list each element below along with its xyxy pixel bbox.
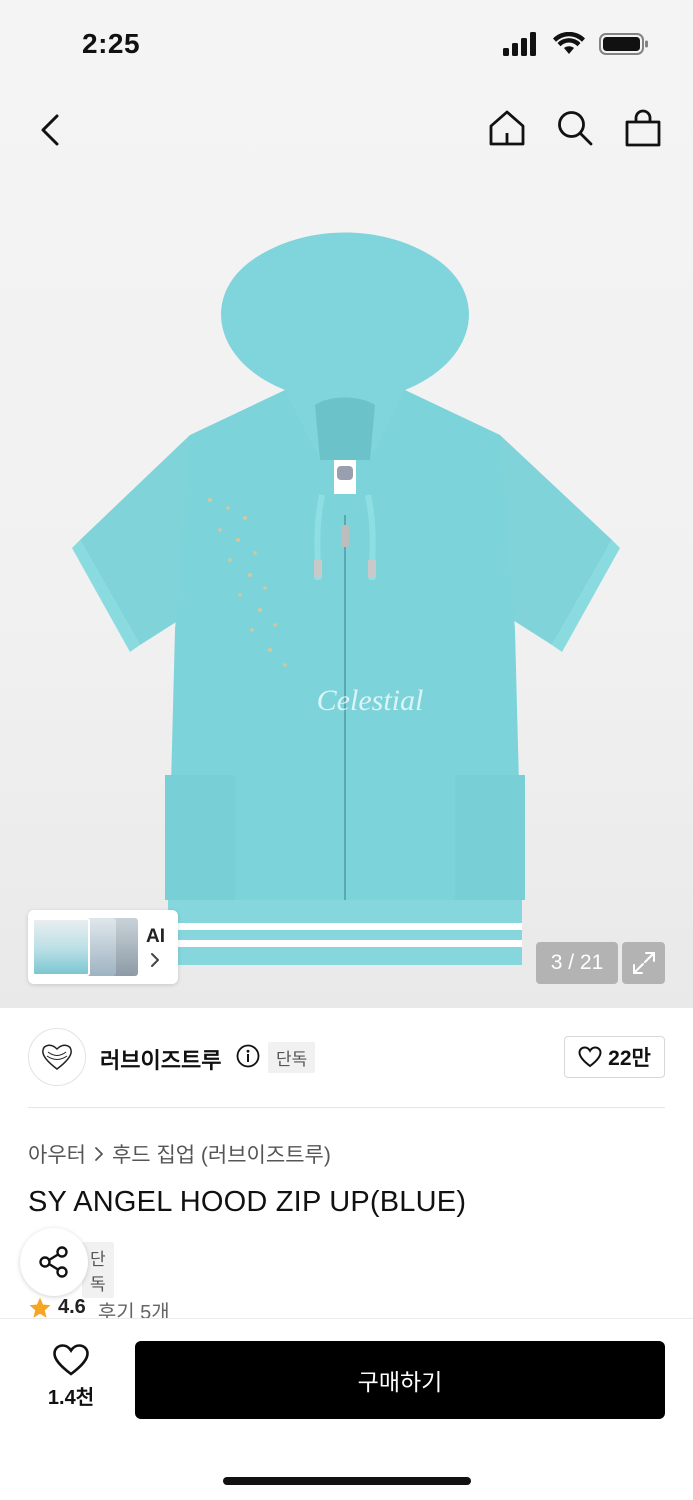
chevron-left-icon — [41, 114, 59, 146]
status-bar: 2:25 — [0, 0, 693, 90]
info-icon — [236, 1044, 260, 1068]
brand-logo[interactable] — [28, 1028, 86, 1086]
wifi-icon — [553, 32, 585, 54]
rating-value: 4.6 — [58, 1296, 86, 1318]
share-icon — [39, 1246, 68, 1278]
wishlist-count: 1.4천 — [47, 1387, 95, 1409]
brand-exclusive-tag: 단독 — [268, 1042, 316, 1073]
rating-row: 4.6 후기 5개 — [28, 1296, 170, 1320]
top-nav — [0, 100, 693, 160]
heart-icon — [53, 1344, 89, 1376]
brand-heart-logo — [42, 1044, 72, 1070]
shopping-bag-icon — [625, 109, 661, 147]
share-button[interactable] — [20, 1228, 88, 1296]
home-button[interactable] — [487, 106, 527, 150]
back-button[interactable] — [30, 108, 70, 152]
hoodie-graphic — [72, 232, 620, 965]
home-indicator — [223, 1477, 471, 1485]
battery-icon — [599, 33, 648, 55]
status-time: 2:25 — [82, 28, 141, 59]
chevron-right-icon — [95, 1147, 103, 1161]
divider — [28, 1107, 665, 1108]
product-title: SY ANGEL HOOD ZIP UP(BLUE) — [28, 1186, 467, 1218]
ai-thumb-front — [32, 918, 90, 976]
star-icon — [29, 1297, 51, 1318]
ai-thumbnails — [32, 914, 138, 980]
breadcrumb-category[interactable]: 아우터 — [28, 1139, 86, 1169]
review-count-link[interactable]: 후기 5개 — [98, 1296, 170, 1320]
brand-like-count: 22만 — [608, 1047, 651, 1070]
ai-label: AI — [146, 926, 165, 947]
brand-name[interactable]: 러브이즈트루 — [100, 1043, 221, 1075]
search-icon — [558, 111, 593, 146]
gallery-counter: 3 / 21 — [536, 942, 618, 984]
heart-icon — [578, 1046, 602, 1068]
product-image[interactable]: Celestial — [60, 210, 630, 980]
brand-like-button[interactable]: 22만 — [564, 1036, 665, 1078]
breadcrumb-subcategory[interactable]: 후드 집업 (러브이즈트루) — [112, 1139, 331, 1169]
home-icon — [489, 110, 525, 146]
status-icons — [503, 32, 649, 56]
bottom-action-bar: 1.4천 구매하기 — [0, 1318, 693, 1500]
brand-row: 러브이즈트루 단독 22만 — [28, 1026, 665, 1088]
signal-icon — [503, 32, 536, 56]
breadcrumb: 아우터 후드 집업 (러브이즈트루) — [28, 1139, 331, 1169]
brand-info-button[interactable] — [236, 1044, 260, 1073]
buy-button[interactable]: 구매하기 — [135, 1341, 665, 1419]
cart-button[interactable] — [623, 106, 663, 150]
nav-actions — [487, 106, 663, 150]
wishlist-button[interactable]: 1.4천 — [30, 1343, 112, 1419]
expand-icon — [632, 952, 655, 974]
ai-styling-card[interactable]: AI — [28, 910, 178, 984]
image-overlay-text: Celestial — [317, 684, 424, 717]
expand-button[interactable] — [622, 942, 665, 984]
chevron-right-icon — [151, 953, 159, 967]
search-button[interactable] — [555, 106, 595, 150]
product-gallery[interactable]: 2:25 Celestial AI 3 / 21 — [0, 0, 693, 1008]
